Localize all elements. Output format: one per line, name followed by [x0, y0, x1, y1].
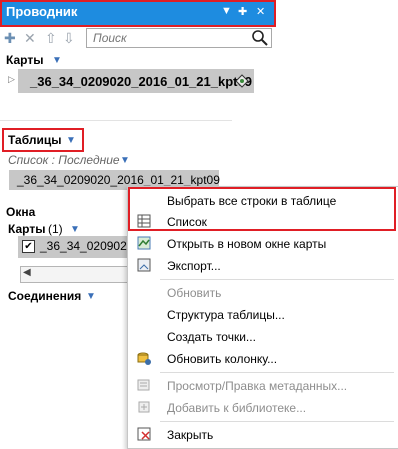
window-visible-checkbox[interactable]: ✔ — [22, 240, 35, 253]
map-window-icon — [136, 236, 152, 252]
tables-highlight — [2, 128, 84, 152]
metadata-icon — [136, 378, 152, 394]
search-icon[interactable] — [251, 29, 269, 47]
search-box[interactable] — [86, 28, 272, 48]
maps-list-item[interactable]: _36_34_0209020_2016_01_21_kpt09 — [18, 69, 254, 93]
search-input[interactable] — [91, 29, 245, 47]
maps-item-label: _36_34_0209020_2016_01_21_kpt09 — [30, 74, 252, 89]
section-divider — [0, 120, 232, 121]
horizontal-scrollbar[interactable]: ◀ — [20, 266, 132, 283]
connections-caret-icon[interactable]: ▼ — [86, 291, 96, 302]
maps-section-caret-icon[interactable]: ▼ — [52, 55, 62, 66]
move-down-icon[interactable]: ⇩ — [63, 30, 75, 47]
context-menu: Выбрать все строки в таблице Список Откр… — [127, 186, 398, 449]
menu-item-close[interactable]: Закрыть — [128, 424, 398, 446]
export-icon — [136, 258, 152, 274]
expand-icon[interactable]: ▷ — [8, 74, 15, 85]
menu-separator — [160, 279, 394, 280]
windows-maps-caret-icon[interactable]: ▼ — [70, 224, 80, 235]
titlebar-highlight — [0, 0, 276, 27]
update-column-icon — [136, 351, 152, 367]
list-filter-label[interactable]: Список : Последние — [8, 153, 120, 167]
menu-item-update-column[interactable]: Обновить колонку... — [128, 348, 398, 370]
window-list-item[interactable]: ✔ _36_34_0209020_2016 — [18, 236, 167, 258]
menu-item-view-edit-metadata[interactable]: Просмотр/Правка метаданных... — [128, 375, 398, 397]
map-layer-icon[interactable] — [234, 73, 250, 92]
menu-item-open-new-map-window[interactable]: Открыть в новом окне карты — [128, 233, 398, 255]
maps-section-label: Карты — [6, 53, 44, 67]
menu-item-add-to-library[interactable]: Добавить к библиотеке... — [128, 397, 398, 419]
menu-item-export[interactable]: Экспорт... — [128, 255, 398, 277]
add-icon[interactable]: ✚ — [4, 30, 16, 47]
menu-item-table-structure[interactable]: Структура таблицы... — [128, 304, 398, 326]
list-filter-caret-icon[interactable]: ▼ — [120, 155, 130, 166]
menu-separator — [160, 372, 394, 373]
windows-section-label: Окна — [6, 205, 36, 219]
move-up-icon[interactable]: ⇧ — [45, 30, 57, 47]
connections-section-label: Соединения — [8, 289, 82, 303]
windows-maps-count: (1) — [48, 222, 63, 236]
menu-item-create-points[interactable]: Создать точки... — [128, 326, 398, 348]
table-item-label: _36_34_0209020_2016_01_21_kpt09 — [17, 173, 220, 187]
close-table-icon — [136, 427, 152, 443]
menu-separator — [160, 421, 394, 422]
menu-highlight — [128, 187, 396, 231]
scroll-left-icon[interactable]: ◀ — [23, 267, 31, 278]
remove-icon[interactable]: ✕ — [24, 30, 36, 47]
menu-item-refresh[interactable]: Обновить — [128, 282, 398, 304]
library-add-icon — [136, 400, 152, 416]
windows-maps-label: Карты — [8, 222, 46, 236]
